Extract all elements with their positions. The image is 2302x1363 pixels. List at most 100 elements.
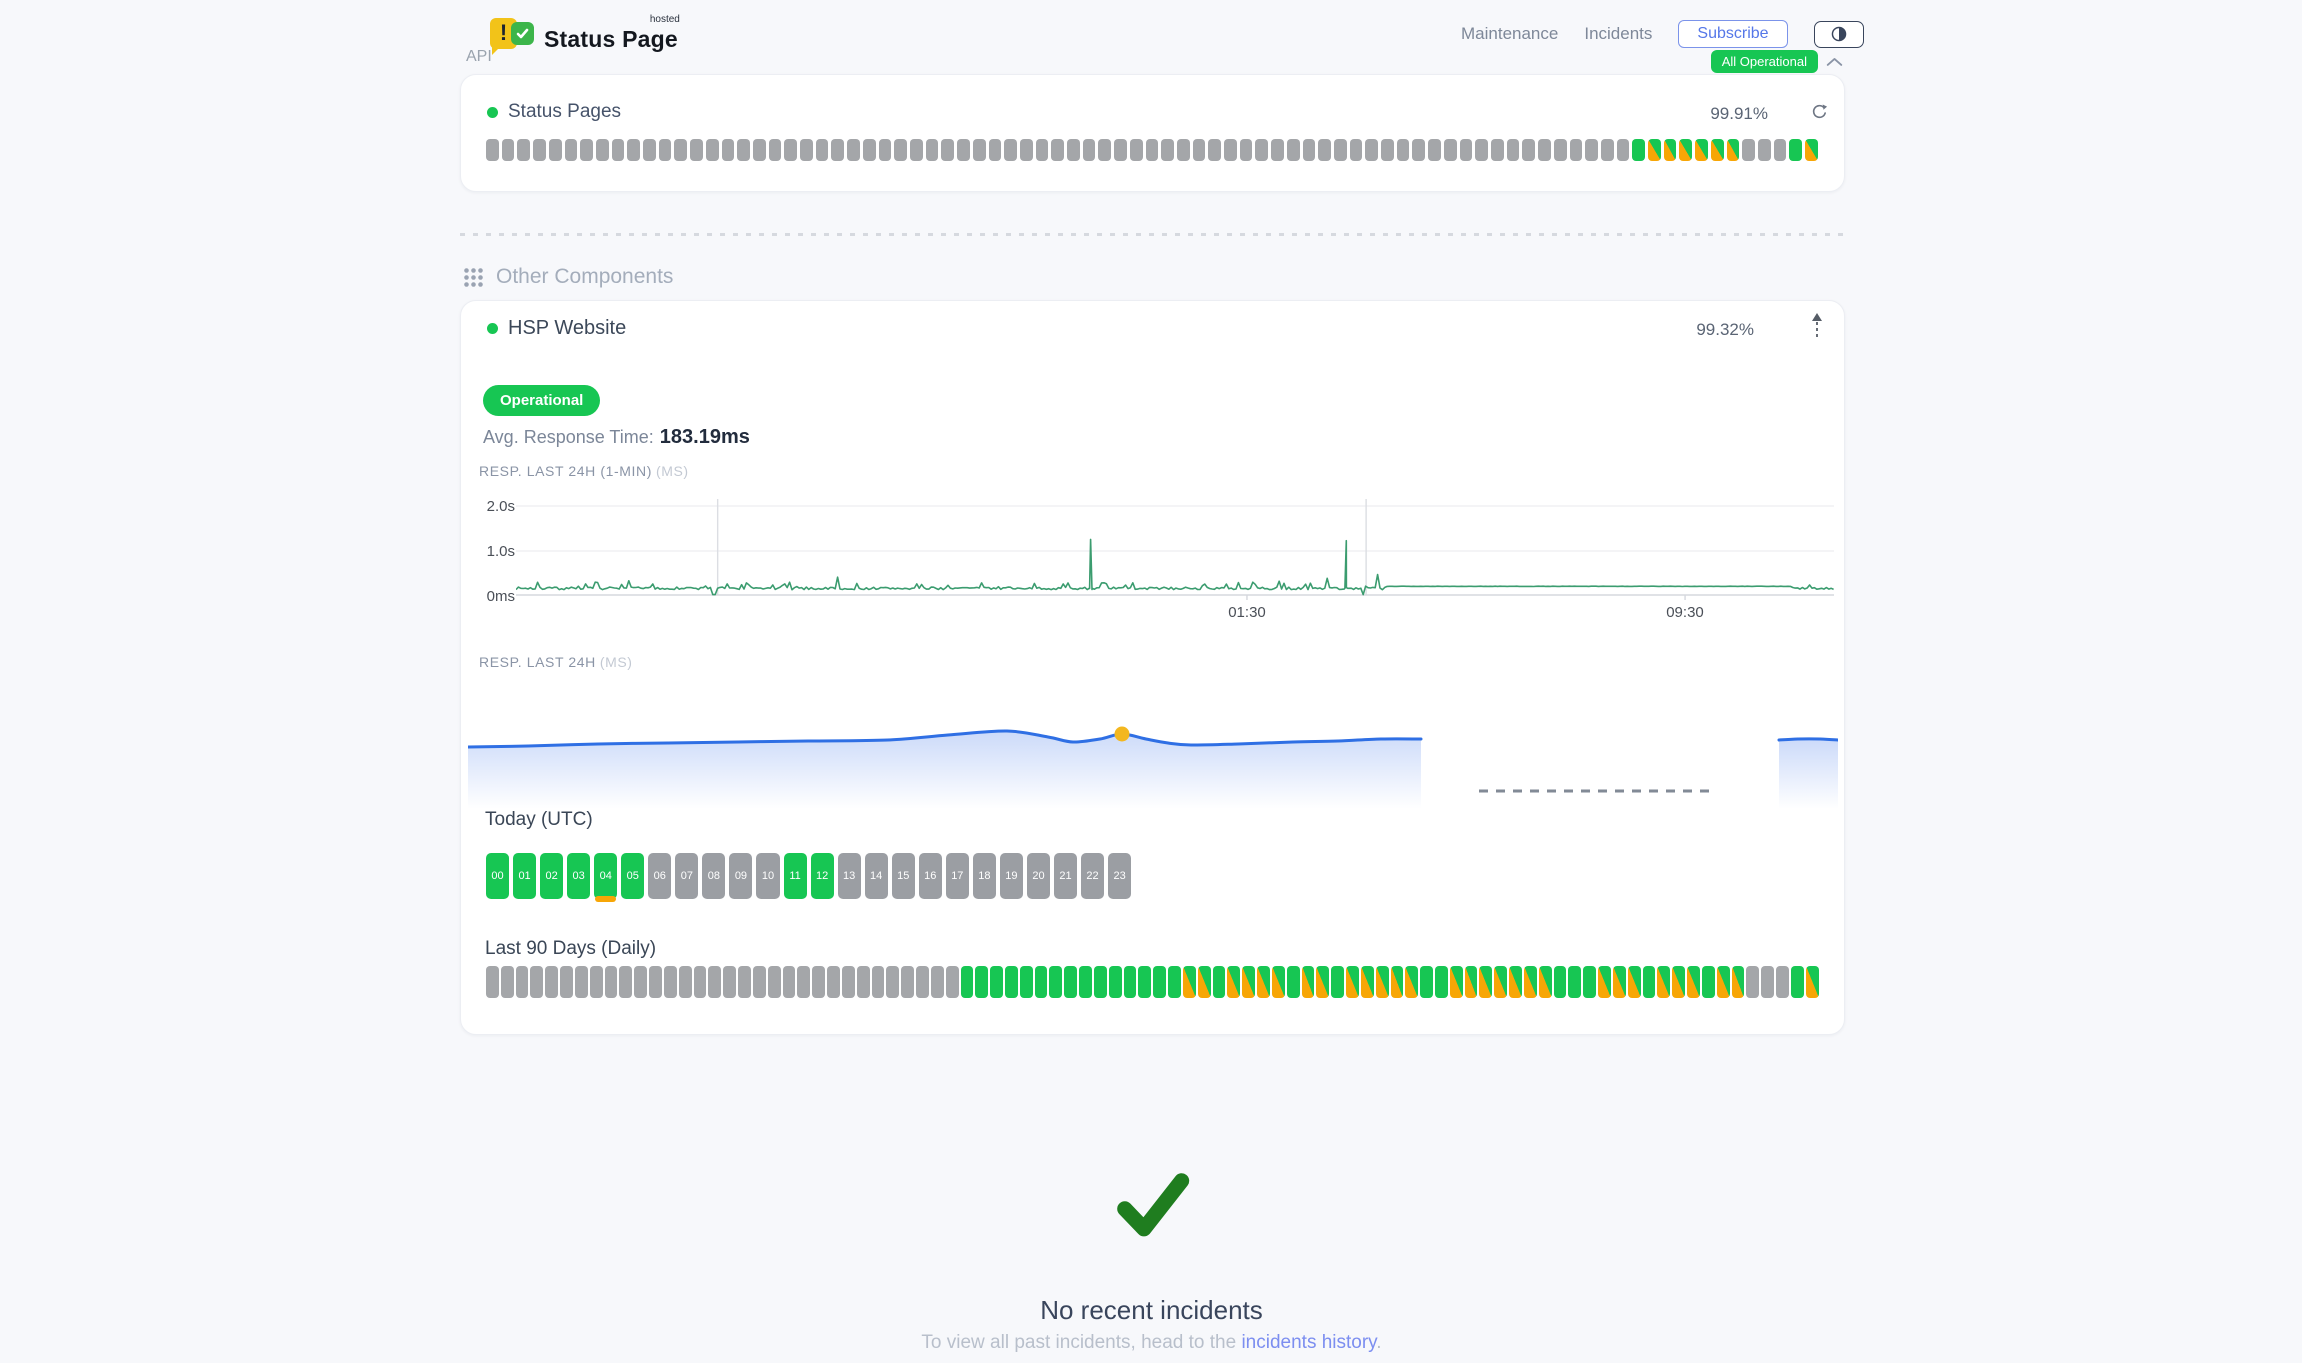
uptime-bar-green[interactable] [1568,966,1581,998]
uptime-bar-gray[interactable] [1412,139,1425,161]
uptime-bar-split[interactable] [1679,139,1692,161]
uptime-bar-gray[interactable] [1774,139,1787,161]
uptime-bar-green[interactable] [1005,966,1018,998]
uptime-bar-green[interactable] [1049,966,1062,998]
uptime-bar-green[interactable] [1138,966,1151,998]
uptime-bar-gray[interactable] [872,966,885,998]
collapse-chevron-button[interactable] [1826,56,1843,67]
uptime-bar-gray[interactable] [1177,139,1190,161]
uptime-bar-split[interactable] [1272,966,1285,998]
uptime-bar-split[interactable] [1539,966,1552,998]
uptime-bar-green[interactable] [1554,966,1567,998]
hour-block-00[interactable]: 00 [486,853,509,899]
uptime-bar-green[interactable] [1331,966,1344,998]
uptime-bar-split[interactable] [1494,966,1507,998]
uptime-bar-gray[interactable] [816,139,829,161]
uptime-bar-split[interactable] [1361,966,1374,998]
uptime-bar-green[interactable] [1420,966,1433,998]
uptime-bar-gray[interactable] [989,139,1002,161]
theme-toggle-button[interactable] [1814,21,1864,48]
hour-block-18[interactable]: 18 [973,853,996,899]
uptime-bar-gray[interactable] [627,139,640,161]
uptime-bar-gray[interactable] [1224,139,1237,161]
uptime-bar-gray[interactable] [533,139,546,161]
uptime-bar-gray[interactable] [901,966,914,998]
uptime-bar-split[interactable] [1628,966,1641,998]
uptime-bar-split[interactable] [1732,966,1745,998]
uptime-bar-green[interactable] [1789,139,1802,161]
uptime-bar-gray[interactable] [1761,966,1774,998]
uptime-bar-gray[interactable] [1381,139,1394,161]
uptime-bar-split[interactable] [1198,966,1211,998]
uptime-bar-gray[interactable] [516,966,529,998]
nav-maintenance[interactable]: Maintenance [1461,24,1558,44]
uptime-bar-gray[interactable] [1554,139,1567,161]
uptime-bar-gray[interactable] [931,966,944,998]
uptime-bar-green[interactable] [1094,966,1107,998]
uptime-bar-gray[interactable] [722,139,735,161]
uptime-bar-gray[interactable] [1507,139,1520,161]
hour-block-13[interactable]: 13 [838,853,861,899]
uptime-bar-green[interactable] [1791,966,1804,998]
hour-block-17[interactable]: 17 [946,853,969,899]
uptime-bar-gray[interactable] [1051,139,1064,161]
uptime-bar-gray[interactable] [690,139,703,161]
uptime-bar-gray[interactable] [753,966,766,998]
uptime-bar-gray[interactable] [1146,139,1159,161]
uptime-bar-gray[interactable] [769,139,782,161]
uptime-bar-gray[interactable] [708,966,721,998]
uptime-bar-gray[interactable] [664,966,677,998]
uptime-bar-gray[interactable] [1601,139,1614,161]
uptime-bar-green[interactable] [1124,966,1137,998]
uptime-bar-gray[interactable] [501,966,514,998]
uptime-bar-gray[interactable] [946,966,959,998]
uptime-bar-gray[interactable] [1130,139,1143,161]
uptime-bar-gray[interactable] [634,966,647,998]
uptime-bar-gray[interactable] [1098,139,1111,161]
uptime-bar-green[interactable] [1168,966,1181,998]
uptime-bar-gray[interactable] [659,139,672,161]
uptime-bar-split[interactable] [1183,966,1196,998]
uptime-bar-split[interactable] [1695,139,1708,161]
refresh-button[interactable] [1811,103,1828,120]
uptime-bar-gray[interactable] [502,139,515,161]
uptime-bar-green[interactable] [1643,966,1656,998]
uptime-bar-gray[interactable] [575,966,588,998]
uptime-bar-green[interactable] [975,966,988,998]
uptime-bar-gray[interactable] [1020,139,1033,161]
uptime-bar-split[interactable] [1227,966,1240,998]
uptime-bar-split[interactable] [1509,966,1522,998]
uptime-bar-split[interactable] [1376,966,1389,998]
uptime-bar-gray[interactable] [783,966,796,998]
uptime-bar-gray[interactable] [643,139,656,161]
uptime-bar-split[interactable] [1450,966,1463,998]
uptime-bar-gray[interactable] [894,139,907,161]
uptime-bar-gray[interactable] [565,139,578,161]
uptime-bar-gray[interactable] [605,966,618,998]
uptime-bar-split[interactable] [1672,966,1685,998]
uptime-bar-split[interactable] [1598,966,1611,998]
hour-block-15[interactable]: 15 [892,853,915,899]
uptime-bar-gray[interactable] [517,139,530,161]
uptime-bar-split[interactable] [1391,966,1404,998]
uptime-bar-green[interactable] [1035,966,1048,998]
hour-block-03[interactable]: 03 [567,853,590,899]
highlight-dot[interactable] [1115,727,1130,742]
uptime-bar-gray[interactable] [1240,139,1253,161]
uptime-bar-gray[interactable] [1083,139,1096,161]
uptime-bar-gray[interactable] [619,966,632,998]
uptime-bar-split[interactable] [1711,139,1724,161]
uptime-bar-gray[interactable] [649,966,662,998]
hour-block-23[interactable]: 23 [1108,853,1131,899]
incidents-history-link[interactable]: incidents history [1241,1332,1376,1353]
uptime-bar-gray[interactable] [1460,139,1473,161]
uptime-bar-gray[interactable] [580,139,593,161]
uptime-bar-gray[interactable] [596,139,609,161]
uptime-bar-gray[interactable] [1475,139,1488,161]
uptime-bar-gray[interactable] [694,966,707,998]
uptime-bar-gray[interactable] [1758,139,1771,161]
uptime-bar-gray[interactable] [1161,139,1174,161]
uptime-bar-gray[interactable] [941,139,954,161]
hour-block-19[interactable]: 19 [1000,853,1023,899]
uptime-bar-gray[interactable] [1365,139,1378,161]
